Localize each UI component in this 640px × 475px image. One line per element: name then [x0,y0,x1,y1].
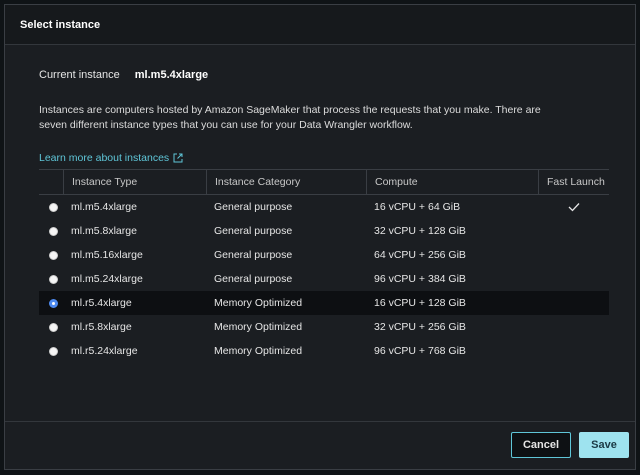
instance-type-cell: ml.r5.24xlarge [71,345,138,357]
radio-cell [39,243,63,267]
instance-type-cell: ml.m5.8xlarge [71,225,137,237]
header-select [39,170,63,194]
instance-radio[interactable] [49,274,58,284]
radio-cell [39,315,63,339]
compute-cell: 64 vCPU + 256 GiB [374,249,466,261]
table-row[interactable]: ml.m5.24xlarge General purpose 96 vCPU + 3… [39,267,609,291]
dialog-header: Select instance [5,5,635,45]
instance-type-cell: ml.m5.16xlarge [71,249,143,261]
instance-radio[interactable] [49,322,58,332]
table-row[interactable]: ml.m5.4xlarge General purpose 16 vCPU + 64… [39,195,609,219]
instance-radio[interactable] [49,202,58,212]
check-icon [568,203,579,212]
instance-type-cell: ml.r5.8xlarge [71,321,132,333]
instance-radio[interactable] [49,346,58,356]
instance-category-cell: Memory Optimized [214,345,303,357]
radio-cell [39,291,63,315]
learn-more-link[interactable]: Learn more about instances [39,152,183,164]
instance-table: Instance Type Instance Category Compute … [39,169,609,363]
compute-cell: 16 vCPU + 64 GiB [374,201,461,213]
cancel-button[interactable]: Cancel [511,432,571,458]
fast-launch-cell [538,267,609,291]
radio-cell [39,195,63,219]
fast-launch-cell [538,219,609,243]
radio-cell [39,219,63,243]
fast-launch-cell [538,195,609,219]
instance-category-cell: General purpose [214,225,293,237]
current-instance: Current instance ml.m5.4xlarge [39,69,208,81]
fast-launch-cell [538,339,609,363]
learn-more-label: Learn more about instances [39,152,170,164]
table-row[interactable]: ml.r5.4xlarge Memory Optimized 16 vCPU + 1… [39,291,609,315]
header-instance-category: Instance Category [206,170,366,194]
instance-category-cell: General purpose [214,249,293,261]
external-link-icon [173,153,183,163]
instance-type-cell: ml.m5.24xlarge [71,273,143,285]
fast-launch-cell [538,315,609,339]
header-fast-launch: Fast Launch [538,170,609,194]
current-instance-label: Current instance [39,69,120,81]
instance-radio[interactable] [49,298,58,308]
dialog-footer: Cancel Save [5,421,635,469]
instance-category-cell: Memory Optimized [214,321,303,333]
table-header: Instance Type Instance Category Compute … [39,170,609,195]
description: Instances are computers hosted by Amazon… [39,104,541,131]
table-body: ml.m5.4xlarge General purpose 16 vCPU + 64… [39,195,609,363]
table-row[interactable]: ml.r5.24xlarge Memory Optimized 96 vCPU + … [39,339,609,363]
instance-type-cell: ml.r5.4xlarge [71,297,132,309]
radio-cell [39,267,63,291]
instance-category-cell: General purpose [214,201,293,213]
table-row[interactable]: ml.r5.8xlarge Memory Optimized 32 vCPU + 2… [39,315,609,339]
compute-cell: 16 vCPU + 128 GiB [374,297,466,309]
fast-launch-cell [538,243,609,267]
fast-launch-cell [538,291,609,315]
compute-cell: 96 vCPU + 384 GiB [374,273,466,285]
dialog-title: Select instance [20,19,101,31]
compute-cell: 32 vCPU + 128 GiB [374,225,466,237]
instance-category-cell: General purpose [214,273,293,285]
header-instance-type: Instance Type [63,170,206,194]
instance-type-cell: ml.m5.4xlarge [71,201,137,213]
instance-radio[interactable] [49,250,58,260]
current-instance-value: ml.m5.4xlarge [134,69,209,81]
compute-cell: 96 vCPU + 768 GiB [374,345,466,357]
header-compute: Compute [366,170,538,194]
select-instance-dialog: Select instance Current instance ml.m5.4… [4,4,636,470]
table-row[interactable]: ml.m5.8xlarge General purpose 32 vCPU + 12… [39,219,609,243]
compute-cell: 32 vCPU + 256 GiB [374,321,466,333]
save-button[interactable]: Save [579,432,629,458]
instance-radio[interactable] [49,226,58,236]
radio-cell [39,339,63,363]
instance-category-cell: Memory Optimized [214,297,303,309]
table-row[interactable]: ml.m5.16xlarge General purpose 64 vCPU + 2… [39,243,609,267]
